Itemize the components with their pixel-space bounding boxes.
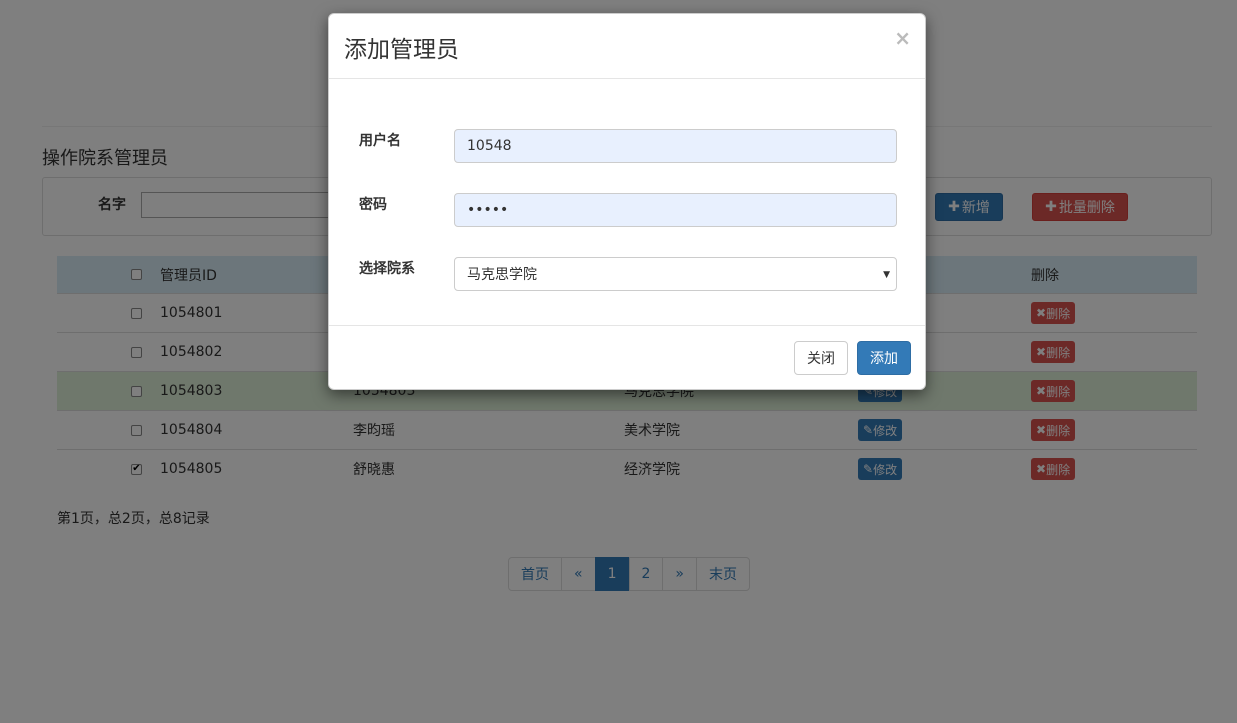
add-admin-modal: 添加管理员 × 用户名 10548 密码 ••••• 选择院系 马克思学院 ▼ … — [328, 13, 926, 390]
department-label: 选择院系 — [359, 261, 415, 277]
password-row: 密码 ••••• — [329, 193, 927, 227]
department-value: 马克思学院 — [467, 267, 537, 283]
password-input[interactable]: ••••• — [454, 193, 897, 227]
close-button[interactable]: 关闭 — [794, 341, 848, 375]
modal-footer: 关闭 添加 — [329, 325, 925, 389]
modal-title: 添加管理员 — [344, 37, 459, 63]
caret-down-icon: ▼ — [883, 270, 890, 280]
username-label: 用户名 — [359, 133, 401, 149]
username-row: 用户名 10548 — [329, 129, 927, 163]
submit-add-button[interactable]: 添加 — [857, 341, 911, 375]
username-input[interactable]: 10548 — [454, 129, 897, 163]
password-label: 密码 — [359, 197, 387, 213]
modal-header: 添加管理员 × — [329, 14, 925, 79]
close-icon[interactable]: × — [894, 26, 911, 50]
department-select[interactable]: 马克思学院 ▼ — [454, 257, 897, 291]
department-row: 选择院系 马克思学院 ▼ — [329, 257, 927, 291]
